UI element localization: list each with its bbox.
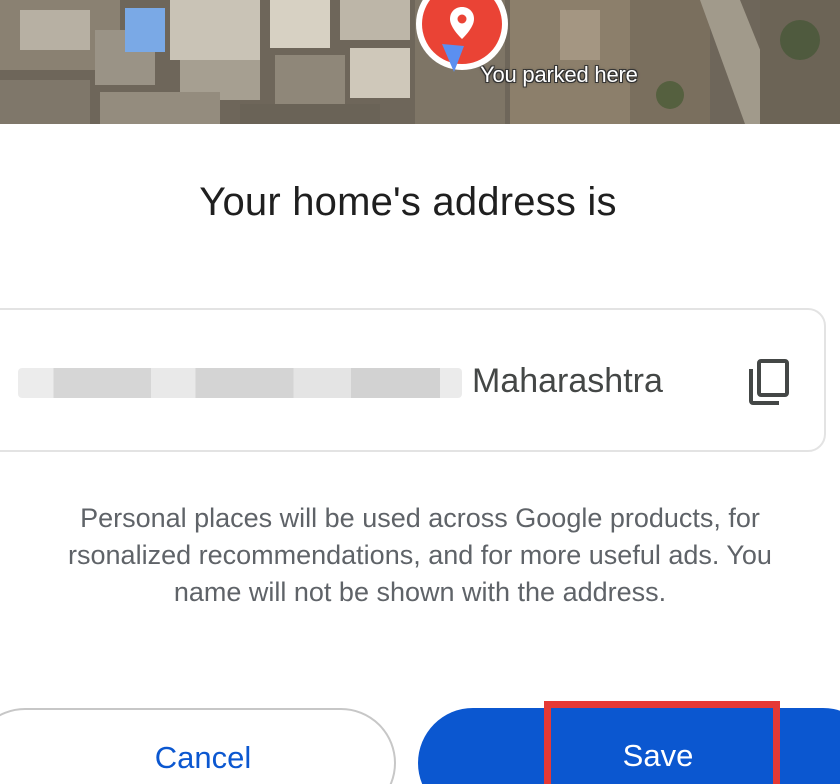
address-card: Maharashtra <box>0 308 826 452</box>
copy-icon <box>749 359 789 405</box>
disclaimer-line: name will not be shown with the address. <box>173 577 667 607</box>
save-home-address-screen: You parked here Your home's address is M… <box>0 0 840 784</box>
location-pin-icon[interactable] <box>412 0 512 74</box>
privacy-disclaimer: Personal places will be used across Goog… <box>0 500 840 611</box>
redacted-address-text <box>18 368 462 398</box>
save-button-label: Save <box>622 738 694 773</box>
disclaimer-line: Personal places will be used across Goog… <box>80 503 760 533</box>
address-state-text: Maharashtra <box>472 362 663 400</box>
cancel-button[interactable]: Cancel <box>0 708 396 784</box>
disclaimer-line: rsonalized recommendations, and for more… <box>68 540 772 570</box>
copy-address-button[interactable] <box>742 354 798 410</box>
cancel-button-label: Cancel <box>154 740 252 775</box>
save-button[interactable]: Save <box>418 708 840 784</box>
dialog-title: Your home's address is <box>199 180 617 224</box>
